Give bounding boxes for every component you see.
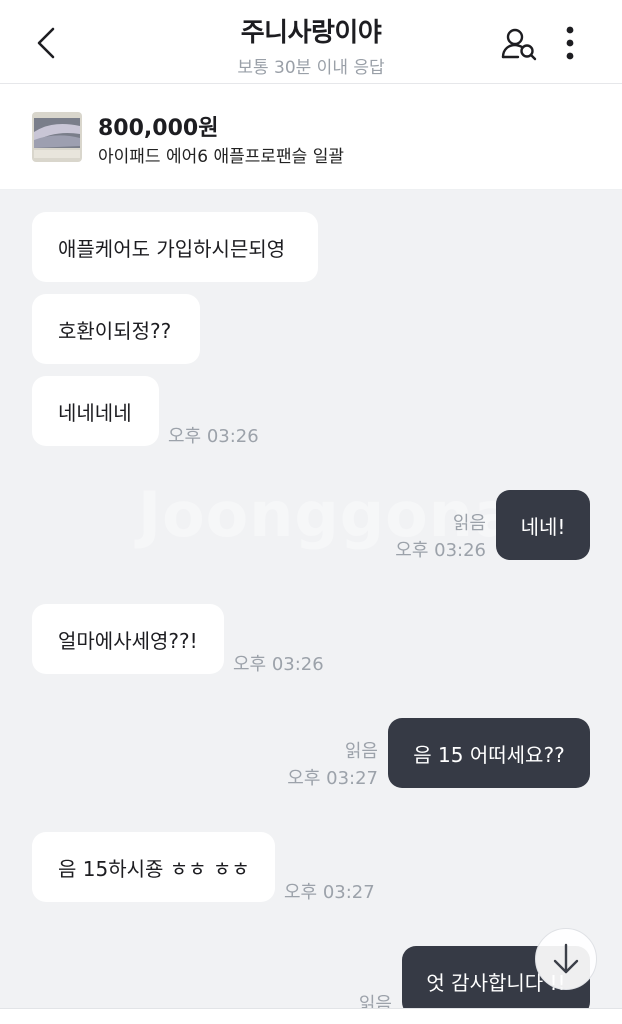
message-time: 오후 03:26: [395, 540, 486, 561]
message-time: 오후 03:27: [287, 768, 378, 789]
chat-message-area[interactable]: Joonggonara 애플케어도 가입하시믄되영 호환이되정?? 네네네네 오…: [0, 190, 622, 1024]
incoming-message-bubble: 애플케어도 가입하시믄되영: [32, 212, 318, 282]
incoming-message-bubble: 얼마에사세영??!: [32, 604, 224, 674]
incoming-message-bubble: 호환이되정??: [32, 294, 200, 364]
arrow-down-icon: [553, 943, 579, 974]
message-time: 오후 03:26: [168, 426, 259, 447]
read-receipt: 읽음: [452, 513, 486, 534]
incoming-message-bubble: 음 15하시죵 ㅎㅎ ㅎㅎ: [32, 832, 275, 902]
scroll-to-bottom-button[interactable]: [535, 928, 597, 990]
outgoing-message-bubble: 네네!: [496, 490, 590, 560]
ipad-image-icon: [32, 112, 82, 162]
user-search-button[interactable]: [500, 26, 540, 62]
product-name: 아이패드 에어6 애플프로팬슬 일괄: [98, 147, 344, 167]
bottom-divider: [0, 1008, 622, 1024]
product-price: 800,000원: [98, 116, 219, 141]
more-options-button[interactable]: [556, 22, 584, 64]
chat-header: 주니사랑이야 보통 30분 이내 응답: [0, 0, 622, 84]
product-info-bar[interactable]: 800,000원 아이패드 에어6 애플프로팬슬 일괄: [0, 84, 622, 190]
incoming-message-bubble: 네네네네: [32, 376, 159, 446]
outgoing-message-bubble: 음 15 어떠세요??: [388, 718, 590, 788]
product-thumbnail[interactable]: [32, 112, 82, 162]
message-time: 오후 03:27: [284, 882, 375, 903]
user-search-icon: [501, 28, 537, 61]
more-vertical-icon: [566, 26, 574, 60]
message-time: 오후 03:26: [233, 654, 324, 675]
read-receipt: 읽음: [344, 741, 378, 762]
